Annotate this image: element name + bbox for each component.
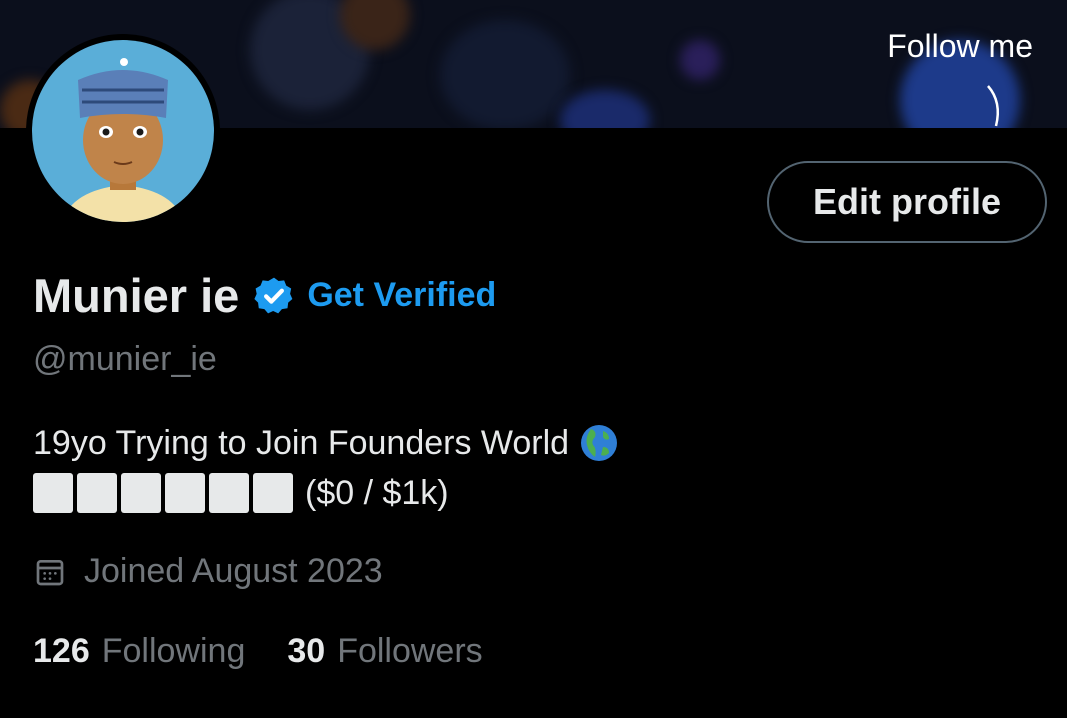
followers-link[interactable]: 30 Followers [287, 632, 482, 671]
username-handle: @munier_ie [33, 340, 217, 378]
display-name: Munier ie [33, 269, 240, 322]
get-verified-link[interactable]: Get Verified [307, 276, 496, 315]
calendar-icon [34, 556, 66, 588]
join-date-text: Joined August 2023 [84, 552, 383, 590]
following-link[interactable]: 126 Following [33, 632, 245, 671]
followers-label: Followers [337, 632, 483, 670]
hand-drawn-arrow-icon [987, 85, 999, 127]
bio-text: 19yo Trying to Join Founders World [33, 424, 570, 462]
join-date: Joined August 2023 [34, 552, 383, 591]
avatar-illustration [32, 40, 214, 222]
progress-block [253, 473, 293, 513]
bio: 19yo Trying to Join Founders World ($0 /… [33, 418, 619, 518]
followers-count: 30 [287, 632, 326, 670]
globe-americas-icon [579, 423, 619, 463]
progress-block [77, 473, 117, 513]
progress-blocks [33, 473, 293, 513]
name-row: Munier ie Get Verified [33, 268, 496, 323]
following-count: 126 [33, 632, 90, 670]
progress-block [165, 473, 205, 513]
follow-stats: 126 Following 30 Followers [33, 632, 483, 671]
progress-block [33, 473, 73, 513]
verified-badge-icon[interactable] [253, 275, 295, 317]
following-label: Following [101, 632, 246, 670]
progress-block [121, 473, 161, 513]
bio-progress-text: ($0 / $1k) [305, 474, 449, 512]
edit-profile-button[interactable]: Edit profile [767, 161, 1047, 243]
avatar[interactable] [26, 34, 220, 228]
progress-block [209, 473, 249, 513]
banner-follow-me-text: Follow me [887, 28, 1033, 64]
